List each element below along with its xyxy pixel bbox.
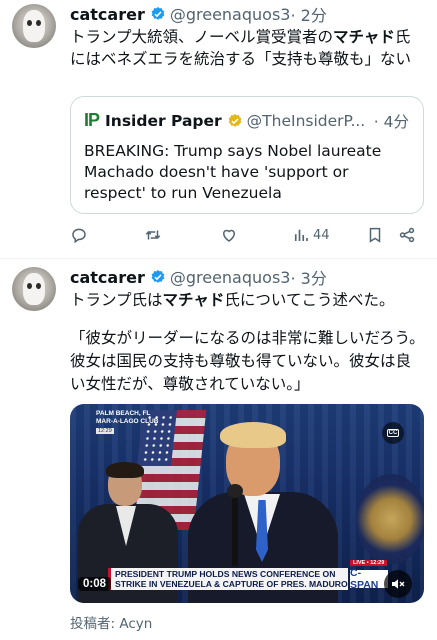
action-bar: 44	[70, 226, 420, 248]
reply-icon	[72, 228, 86, 244]
bookmark-button[interactable]	[366, 226, 384, 244]
tweet-quote-text: 「彼女がリーダーになるのは非常に難しいだろう。彼女は国民の支持も尊敬も得ていない…	[70, 329, 425, 393]
avatar[interactable]	[12, 267, 56, 311]
cc-icon: CC	[386, 429, 400, 437]
like-button[interactable]	[220, 226, 238, 244]
share-button[interactable]	[398, 226, 416, 244]
video-duration: 0:08	[78, 577, 112, 591]
retweet-button[interactable]	[144, 226, 162, 244]
quote-header: IP Insider Paper @TheInsiderP...	[84, 110, 365, 131]
timestamp[interactable]: · 2分	[290, 2, 326, 26]
author-name[interactable]: catcarer	[70, 268, 145, 287]
retweet-icon	[145, 230, 161, 240]
views-count: 44	[313, 227, 330, 243]
reply-button[interactable]	[70, 226, 88, 244]
avatar[interactable]	[12, 4, 56, 48]
video-clock: 12:29	[96, 428, 114, 434]
network-logo: C-SPAN	[350, 567, 388, 591]
tweet-header: catcarer @greenaquos3 · 3分	[70, 265, 327, 289]
gold-verified-badge-icon	[228, 113, 242, 127]
timestamp[interactable]: · 3分	[290, 265, 326, 289]
mute-button[interactable]	[384, 570, 412, 598]
cc-button[interactable]: CC	[382, 422, 404, 444]
mute-icon	[392, 579, 405, 589]
author-name[interactable]: catcarer	[70, 5, 145, 24]
video-player[interactable]: PALM BEACH, FL MAR-A-LAGO CLUB 12:29 CC …	[70, 404, 424, 603]
share-icon	[399, 227, 415, 243]
views-button[interactable]: 44	[292, 226, 330, 244]
live-badge: LIVE • 12:29	[350, 560, 388, 566]
quote-author-name[interactable]: Insider Paper	[105, 112, 222, 130]
quote-author-handle[interactable]: @TheInsiderP...	[247, 112, 366, 130]
quote-text: BREAKING: Trump says Nobel laureate Mach…	[84, 142, 382, 202]
verified-badge-icon	[151, 7, 165, 20]
quote-timestamp[interactable]: · 4分	[374, 110, 409, 132]
video-location-label: PALM BEACH, FL MAR-A-LAGO CLUB	[96, 410, 159, 425]
tweet-text: トランプ氏はマチャド氏についてこう述べた。	[70, 291, 395, 309]
verified-badge-icon	[151, 270, 165, 283]
insider-paper-logo: IP	[84, 110, 100, 130]
video-poster-credit: 投稿者: Acyn	[70, 616, 153, 632]
tweet-1[interactable]: catcarer @greenaquos3 · 2分 トランプ大統領、ノーベル賞…	[0, 0, 437, 258]
author-handle[interactable]: @greenaquos3	[170, 5, 291, 24]
microphone	[232, 490, 238, 566]
presidential-seal	[356, 474, 424, 564]
news-ticker: PRESIDENT TRUMP HOLDS NEWS CONFERENCE ON…	[108, 568, 348, 590]
bookmark-icon	[369, 227, 381, 243]
views-icon	[294, 229, 308, 241]
tweet-text: トランプ大統領、ノーベル賞受賞者のマチャド氏にはベネズエラを統治する「支持も尊敬…	[70, 28, 412, 68]
author-handle[interactable]: @greenaquos3	[170, 268, 291, 287]
quote-tweet-card[interactable]: IP Insider Paper @TheInsiderP... · 4分 BR…	[70, 96, 424, 214]
tweet-header: catcarer @greenaquos3 · 2分	[70, 2, 327, 26]
like-icon	[222, 229, 236, 242]
